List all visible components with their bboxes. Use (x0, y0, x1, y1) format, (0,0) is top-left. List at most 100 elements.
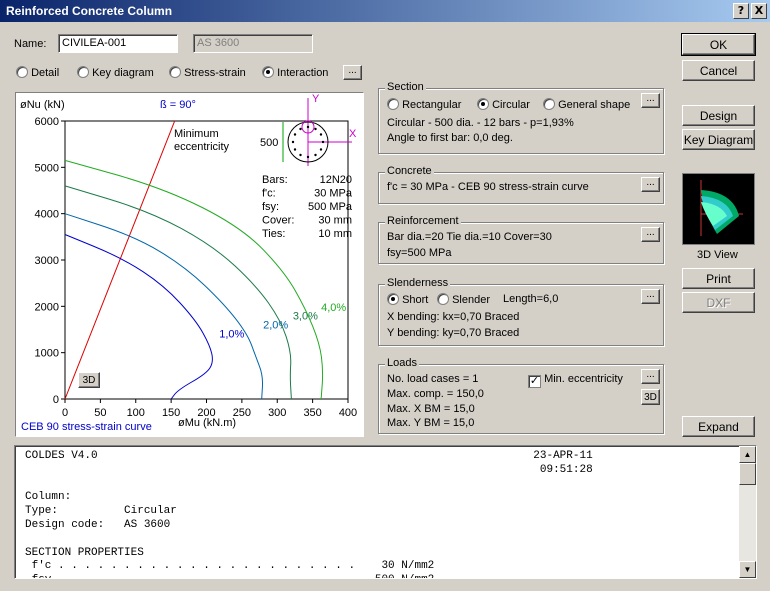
view-option-stress-strain[interactable]: Stress-strain (169, 66, 246, 79)
x-tick-label: 100 (127, 407, 145, 419)
series-label: 3,0% (293, 310, 318, 322)
3d-surface-icon (700, 180, 743, 236)
loads-more-button[interactable]: ... (641, 369, 660, 384)
3d-view-label: 3D View (697, 249, 738, 261)
view-option-interaction[interactable]: Interaction (262, 66, 328, 79)
y-tick-label: 3000 (35, 255, 59, 267)
chart-svg: 0 50 100 150 200 250 300 350 4000100020003000400… (20, 93, 357, 433)
output-line: f'c . . . . . . . . . . . . . . . . . . … (25, 560, 435, 573)
cancel-button[interactable]: Cancel (682, 60, 755, 81)
slenderness-x-bending: X bending: kx=0,70 Braced (387, 311, 520, 323)
help-button[interactable]: ? (733, 3, 749, 19)
output-line: 09:51:28 (25, 463, 593, 476)
loads-max-comp: Max. comp. = 150,0 (387, 388, 484, 400)
slenderness-title: Slenderness (385, 277, 451, 289)
stress-strain-footer: CEB 90 stress-strain curve (21, 421, 152, 433)
series-label: 2,0% (263, 320, 288, 332)
output-scrollbar[interactable]: ▲ ▼ (739, 446, 756, 578)
name-label: Name: (14, 38, 47, 50)
section-prop-key: Ties: (262, 228, 285, 240)
bar-dot (306, 155, 310, 159)
x-tick-label: 300 (268, 407, 286, 419)
reinforcement-line1: Bar dia.=20 Tie dia.=10 Cover=30 (387, 231, 552, 243)
close-button[interactable]: X (751, 3, 767, 19)
section-prop-value: 12N20 (320, 174, 352, 186)
key-diagram-button[interactable]: Key Diagram (682, 129, 755, 150)
y-tick-label: 4000 (35, 209, 59, 221)
x-tick-label: 0 (62, 407, 68, 419)
output-line: COLDES V4.0 23-APR-11 (25, 450, 593, 462)
scroll-down-arrow-icon[interactable]: ▼ (739, 561, 756, 578)
section-prop-key: Cover: (262, 215, 294, 227)
series-curve (64, 185, 292, 400)
concrete-title: Concrete (385, 165, 434, 177)
ok-button[interactable]: OK (681, 33, 756, 56)
shape-general[interactable]: General shape (543, 98, 630, 111)
design-code-field: AS 3600 (193, 34, 313, 53)
shape-circular[interactable]: Circular (477, 98, 530, 111)
bar-dot (291, 140, 295, 144)
name-field[interactable]: CIVILEA-001 (58, 34, 178, 53)
axis-y-label: Y (312, 93, 320, 105)
design-button[interactable]: Design (682, 105, 755, 126)
bar-dot (319, 133, 323, 136)
section-prop-value: 10 mm (318, 228, 352, 240)
series-curve (64, 159, 324, 400)
loads-3d-button[interactable]: 3D (641, 389, 660, 405)
section-prop-value: 500 MPa (308, 201, 353, 213)
bar-dot (314, 153, 317, 157)
section-prop-value: 30 MPa (314, 188, 353, 200)
section-more-button[interactable]: ... (641, 93, 660, 108)
dxf-button: DXF (682, 292, 755, 313)
axis-x-label: X (349, 128, 357, 140)
loads-max-x: Max. X BM = 15,0 (387, 403, 475, 415)
scroll-thumb[interactable] (739, 463, 756, 485)
bar-dot (321, 140, 325, 144)
slenderness-short[interactable]: Short (387, 293, 428, 306)
series-label: 1,0% (219, 328, 244, 340)
output-line: Type: Circular (25, 505, 177, 518)
slenderness-more-button[interactable]: ... (641, 289, 660, 304)
min-eccentricity-line (64, 120, 176, 400)
concrete-more-button[interactable]: ... (641, 177, 660, 192)
output-line: Design code: AS 3600 (25, 518, 171, 531)
reinforcement-title: Reinforcement (385, 215, 461, 227)
slenderness-slender[interactable]: Slender (437, 293, 490, 306)
x-tick-label: 400 (339, 407, 357, 419)
loads-count: No. load cases = 1 (387, 373, 479, 385)
loads-max-y: Max. Y BM = 15,0 (387, 417, 475, 429)
radio-icon (169, 66, 181, 78)
loads-title: Loads (385, 357, 419, 369)
section-prop-key: f'c: (262, 188, 276, 200)
radio-icon (16, 66, 28, 78)
reinforcement-more-button[interactable]: ... (641, 227, 660, 242)
radio-icon (387, 98, 399, 110)
chart-3d-button[interactable]: 3D (78, 372, 100, 388)
scroll-up-arrow-icon[interactable]: ▲ (739, 446, 756, 463)
slenderness-y-bending: Y bending: ky=0,70 Braced (387, 327, 520, 339)
section-title: Section (385, 81, 426, 93)
expand-button[interactable]: Expand (682, 416, 755, 437)
radio-icon (77, 66, 89, 78)
output-report[interactable]: COLDES V4.0 23-APR-11 09:51:28 Column: Typ… (14, 445, 757, 579)
section-prop-value: 30 mm (318, 215, 352, 227)
chart-title: ß = 90° (160, 99, 196, 111)
y-tick-label: 2000 (35, 301, 59, 313)
view-options-button[interactable]: ... (343, 65, 362, 80)
y-tick-label: 0 (53, 394, 59, 406)
series-label: 4,0% (321, 302, 346, 314)
output-line: SECTION PROPERTIES (25, 546, 144, 559)
min-eccentricity-checkbox[interactable]: ✓ Min. eccentricity (528, 373, 623, 388)
min-eccentricity-label: Minimum (174, 128, 219, 140)
view-option-key-diagram[interactable]: Key diagram (77, 66, 154, 79)
title-bar: Reinforced Concrete Column (0, 0, 770, 22)
bar-dot (306, 125, 310, 129)
checkbox-checked-icon: ✓ (528, 375, 541, 388)
shape-rectangular[interactable]: Rectangular (387, 98, 461, 111)
section-angle: Angle to first bar: 0,0 deg. (387, 132, 513, 144)
view-option-detail[interactable]: Detail (16, 66, 59, 79)
x-tick-label: 350 (303, 407, 321, 419)
3d-view-thumbnail[interactable] (682, 173, 755, 245)
print-button[interactable]: Print (682, 268, 755, 289)
